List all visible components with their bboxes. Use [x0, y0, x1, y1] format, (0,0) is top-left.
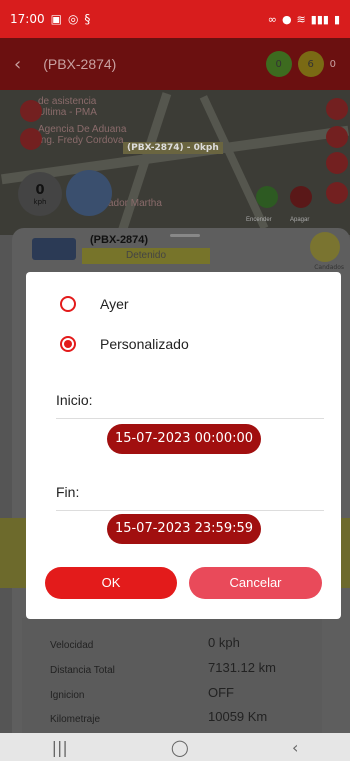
start-label: Inicio: — [56, 392, 93, 408]
map-view[interactable]: de asistencia Ultima - PMA Agencia De Ad… — [0, 90, 350, 235]
vehicle-plate: (PBX-2874) — [90, 234, 149, 246]
wifi-icon: ≋ — [296, 12, 306, 26]
end-date-button[interactable]: 15-07-2023 23:59:59 — [107, 514, 261, 544]
info-label-ignition: Ignicion — [50, 690, 85, 701]
app-bar: ‹ (PBX-2874) 0 6 0 — [0, 38, 350, 90]
cancel-button[interactable]: Cancelar — [189, 567, 322, 599]
option-yesterday[interactable]: Ayer — [60, 296, 129, 312]
drag-handle[interactable] — [170, 234, 200, 237]
vehicle-tag: (PBX-2874) - 0kph — [123, 142, 223, 154]
lock-icon[interactable] — [310, 232, 340, 262]
vehicle-info: Velocidad 0 kph Distancia Total 7131.12 … — [22, 618, 322, 733]
status-dot-count: 0 — [329, 58, 336, 70]
map-label: Ultima - PMA — [38, 107, 97, 118]
power-off-icon[interactable] — [290, 186, 312, 208]
status-dot-yellow[interactable]: 6 — [297, 51, 324, 77]
power-on-icon[interactable] — [256, 186, 278, 208]
start-date-button[interactable]: 15-07-2023 00:00:00 — [107, 424, 261, 454]
power-off-caption: Apagar — [290, 217, 310, 223]
radio-custom[interactable] — [60, 336, 76, 352]
option-yesterday-label: Ayer — [100, 296, 129, 312]
status-badge: Detenido — [82, 248, 210, 264]
radio-yesterday[interactable] — [60, 296, 76, 312]
lock-caption: Candados — [314, 264, 344, 271]
share-icon[interactable] — [20, 128, 42, 150]
start-divider — [56, 418, 324, 419]
back-arrow-icon[interactable]: ‹ — [14, 54, 21, 75]
status-time: 17:00 — [10, 12, 45, 26]
info-label-distance: Distancia Total — [50, 665, 115, 676]
app-icon: § — [84, 12, 91, 26]
home-icon[interactable]: ◯ — [171, 738, 189, 757]
info-label-speed: Velocidad — [50, 640, 94, 651]
target-icon[interactable] — [326, 98, 348, 120]
ok-button[interactable]: OK — [45, 567, 177, 599]
status-dot-green[interactable]: 0 — [265, 51, 292, 77]
speed-indicator: 0 kph — [18, 172, 62, 216]
info-value-odometer: 10059 Km — [208, 709, 268, 724]
map-label: Agencia De Aduana — [38, 124, 127, 135]
power-on-caption: Encender — [246, 217, 272, 223]
map-label: Ing. Fredy Cordova — [38, 135, 124, 146]
info-label-odometer: Kilometraje — [50, 714, 101, 725]
info-value-speed: 0 kph — [208, 635, 240, 650]
signal-icon: ▮▮▮ — [310, 12, 329, 26]
compass-icon[interactable] — [66, 170, 112, 216]
map-label: de asistencia — [38, 96, 97, 107]
chat-icon: ◎ — [67, 12, 79, 26]
layers-icon[interactable] — [326, 152, 348, 174]
end-divider — [56, 510, 324, 511]
option-custom[interactable]: Personalizado — [60, 336, 189, 352]
battery-icon: ▮ — [333, 12, 340, 26]
map-label: ador Martha — [108, 198, 162, 209]
recent-apps-icon[interactable]: ||| — [52, 738, 68, 757]
back-icon[interactable]: ‹ — [292, 738, 298, 757]
gallery-icon: ▣ — [50, 12, 62, 26]
truck-icon — [32, 238, 76, 260]
status-bar: 17:00 ▣ ◎ § ∞ ● ≋ ▮▮▮ ▮ — [0, 0, 350, 38]
info-value-ignition: OFF — [208, 685, 234, 700]
date-range-dialog: Ayer Personalizado Inicio: 15-07-2023 00… — [26, 272, 341, 619]
option-custom-label: Personalizado — [100, 336, 189, 352]
car-icon[interactable] — [20, 100, 42, 122]
info-value-distance: 7131.12 km — [208, 660, 276, 675]
page-title: (PBX-2874) — [43, 56, 117, 72]
system-nav-bar: ||| ◯ ‹ — [0, 733, 350, 761]
end-label: Fin: — [56, 484, 80, 500]
record-icon[interactable] — [326, 182, 348, 204]
location-icon: ● — [281, 12, 292, 26]
refresh-icon[interactable] — [326, 126, 348, 148]
link-icon: ∞ — [267, 12, 277, 26]
